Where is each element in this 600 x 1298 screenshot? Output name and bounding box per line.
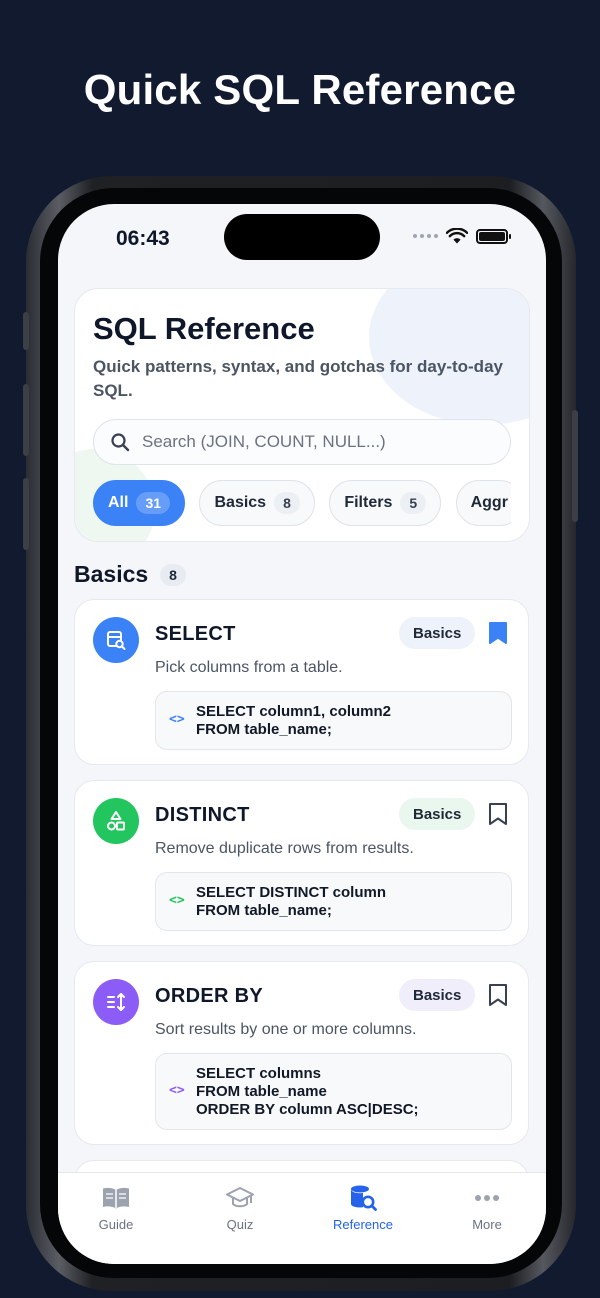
volume-down-button — [23, 478, 29, 550]
bottom-tab-bar: Guide Quiz Reference More — [58, 1172, 546, 1264]
category-badge: Basics — [399, 798, 476, 830]
card-description: Pick columns from a table. — [155, 659, 343, 676]
card-title: ORDER BY — [155, 985, 263, 1007]
reference-card-select[interactable]: SELECT Basics Pick columns from a table.… — [74, 599, 529, 765]
battery-icon — [476, 228, 511, 244]
chip-count: 8 — [274, 492, 300, 514]
chip-label: Basics — [214, 494, 267, 511]
card-title: SELECT — [155, 623, 236, 645]
page-title: SQL Reference — [93, 311, 315, 346]
chip-label: Filters — [344, 494, 393, 511]
tab-reference[interactable]: Reference — [313, 1183, 413, 1232]
chip-all[interactable]: All 31 — [93, 480, 186, 526]
category-filter-chips: All 31 Basics 8 Filters 5 Aggr — [93, 480, 511, 528]
tab-label: More — [472, 1217, 502, 1232]
chip-label: All — [108, 494, 129, 511]
promo-title: Quick SQL Reference — [83, 66, 517, 113]
section-header: Basics 8 — [74, 561, 186, 588]
bookmark-icon[interactable] — [487, 802, 509, 826]
code-snippet: <> SELECT column1, column2 FROM table_na… — [155, 691, 512, 750]
book-icon — [66, 1183, 166, 1213]
shapes-icon — [93, 798, 139, 844]
code-line: ORDER BY column ASC|DESC; — [196, 1101, 419, 1118]
search-input[interactable]: Search (JOIN, COUNT, NULL...) — [93, 419, 511, 465]
chip-label: Aggr — [470, 494, 508, 511]
code-icon: <> — [169, 711, 185, 727]
status-icons — [413, 228, 511, 244]
code-line: SELECT columns — [196, 1065, 322, 1082]
graduation-cap-icon — [190, 1183, 290, 1213]
card-description: Sort results by one or more columns. — [155, 1021, 417, 1038]
code-icon: <> — [169, 892, 185, 908]
search-placeholder: Search (JOIN, COUNT, NULL...) — [142, 432, 386, 451]
reference-card-distinct[interactable]: DISTINCT Basics Remove duplicate rows fr… — [74, 780, 529, 946]
code-snippet: <> SELECT columns FROM table_name ORDER … — [155, 1053, 512, 1130]
category-badge: Basics — [399, 979, 476, 1011]
code-line: FROM table_name; — [196, 902, 332, 919]
card-description: Remove duplicate rows from results. — [155, 840, 414, 857]
sort-icon — [93, 979, 139, 1025]
volume-up-button — [23, 384, 29, 456]
bookmark-icon[interactable] — [487, 983, 509, 1007]
code-icon: <> — [169, 1082, 185, 1098]
chip-count: 5 — [400, 492, 427, 514]
code-line: FROM table_name; — [196, 721, 332, 738]
reference-card-order-by[interactable]: ORDER BY Basics Sort results by one or m… — [74, 961, 529, 1145]
chip-count: 31 — [136, 492, 171, 514]
code-line: SELECT column1, column2 — [196, 703, 392, 720]
section-title: Basics — [74, 561, 149, 587]
action-button — [23, 312, 29, 350]
wifi-icon — [446, 228, 468, 244]
page-subtitle: Quick patterns, syntax, and gotchas for … — [93, 357, 503, 400]
tab-label: Quiz — [226, 1217, 254, 1232]
dynamic-island — [224, 214, 380, 260]
search-icon — [111, 433, 130, 452]
section-count: 8 — [160, 563, 186, 586]
chip-basics[interactable]: Basics 8 — [199, 480, 315, 526]
tab-more[interactable]: More — [437, 1183, 537, 1232]
tab-label: Guide — [98, 1217, 134, 1232]
category-badge: Basics — [399, 617, 476, 649]
card-title: DISTINCT — [155, 804, 250, 826]
chip-filters[interactable]: Filters 5 — [329, 480, 442, 526]
bookmark-filled-icon[interactable] — [487, 621, 509, 645]
signal-icon — [413, 234, 438, 238]
chip-aggregates[interactable]: Aggr — [455, 480, 511, 526]
database-search-icon — [313, 1183, 413, 1213]
code-line: SELECT DISTINCT column — [196, 884, 387, 901]
reference-header-card: SQL Reference Quick patterns, syntax, an… — [74, 288, 530, 542]
more-dots-icon — [437, 1183, 537, 1213]
status-time: 06:43 — [116, 227, 170, 250]
power-button — [572, 410, 578, 522]
code-line: FROM table_name — [196, 1083, 327, 1100]
tab-label: Reference — [333, 1217, 393, 1232]
tab-quiz[interactable]: Quiz — [190, 1183, 290, 1232]
code-snippet: <> SELECT DISTINCT column FROM table_nam… — [155, 872, 512, 931]
tab-guide[interactable]: Guide — [66, 1183, 166, 1232]
table-search-icon — [93, 617, 139, 663]
phone-screen: 06:43 SQL Reference Quick patterns, synt… — [58, 204, 546, 1264]
